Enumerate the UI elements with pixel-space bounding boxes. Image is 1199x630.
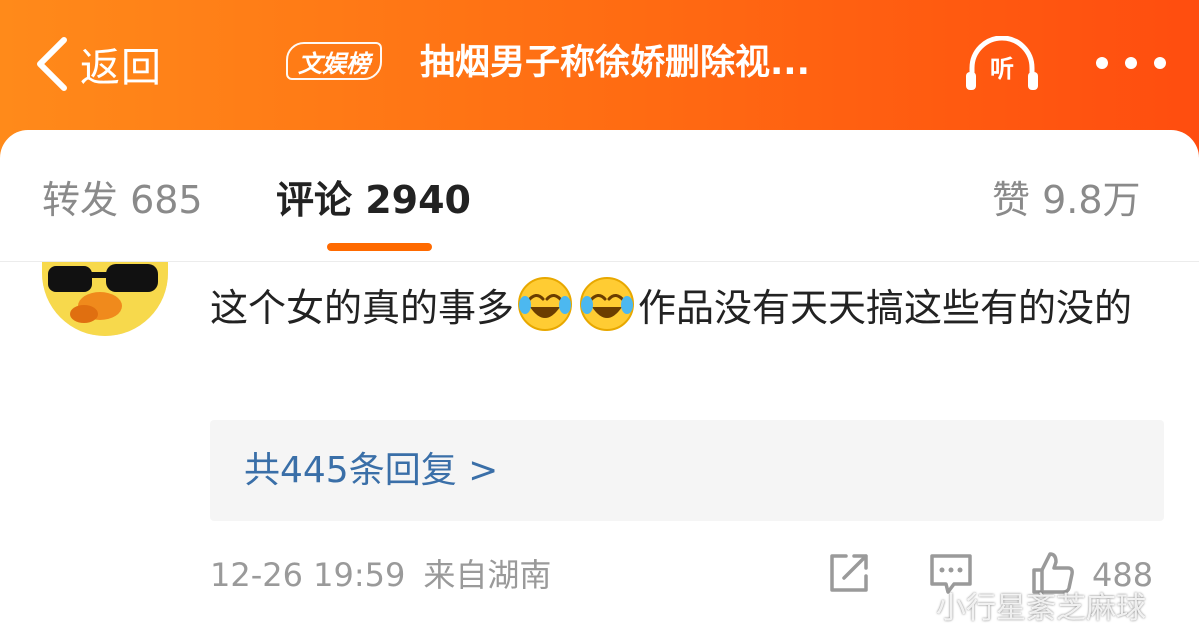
active-tab-indicator [327,243,432,251]
tab-comment[interactable]: 评论 2940 [276,170,471,230]
tab-divider [0,261,1199,262]
watermark-text: 小行星紊芝麻球 [936,591,1146,626]
avatar[interactable] [42,262,168,336]
tab-like[interactable]: 赞 9.8万 [992,170,1141,230]
chevron-left-icon [37,37,67,91]
comment-body: 这个女的真的事多 作品没有天天搞这些有的没的 [210,275,1170,339]
laugh-cry-emoji-icon [518,277,573,331]
dot-icon [1125,57,1137,69]
comment-time: 12-26 19:59 [210,556,406,594]
tab-repost[interactable]: 转发 685 [42,170,203,230]
weibo-logo-icon [890,590,928,622]
more-menu-button[interactable] [1096,48,1166,78]
dot-icon [1096,57,1108,69]
back-button[interactable]: 返回 [34,34,162,94]
watermark: 小行星紊芝麻球 [890,580,1146,630]
ranking-tag[interactable]: 文娱榜 [286,42,382,80]
tab-bar: 转发 685 评论 2940 赞 9.8万 [0,130,1199,260]
replies-label: 共445条回复 > [244,450,499,491]
comment-location: 来自湖南 [423,556,552,594]
listen-label: 听 [990,55,1014,83]
listen-button[interactable]: 听 [964,36,1040,96]
back-label: 返回 [80,45,162,91]
comment-text-part1: 这个女的真的事多 [210,286,515,330]
comment-text-part2: 作品没有天天搞这些有的没的 [638,286,1133,330]
share-icon[interactable] [826,550,872,596]
comment-meta: 12-26 19:59 来自湖南 [210,550,551,600]
page-title: 抽烟男子称徐娇删除视... [420,43,810,83]
laugh-cry-emoji-icon [580,277,635,331]
dot-icon [1154,57,1166,69]
replies-link[interactable]: 共445条回复 > [210,420,1164,521]
comments-panel: 转发 685 评论 2940 赞 9.8万 这个女的真的事多 作品没有天天搞这些有… [0,130,1199,626]
